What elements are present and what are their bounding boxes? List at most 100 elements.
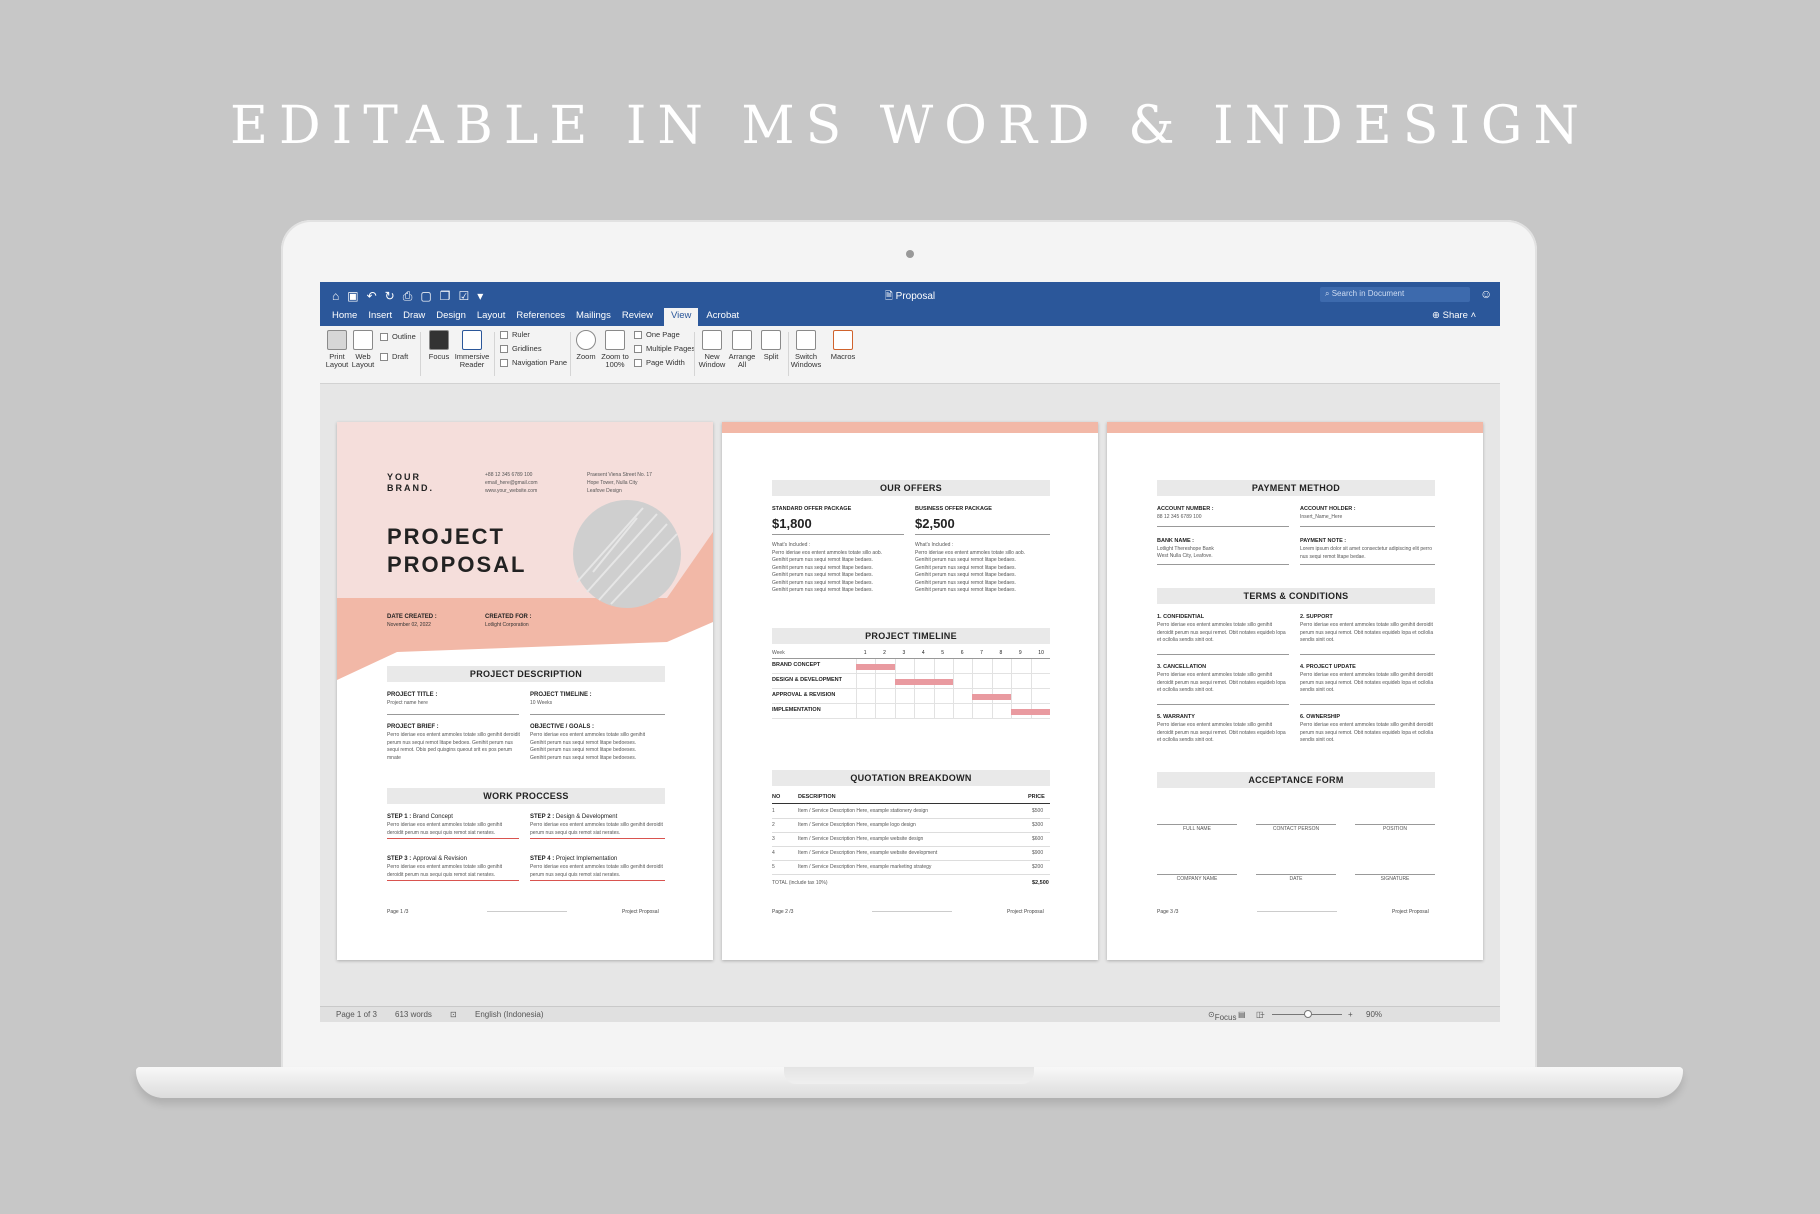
phase-label: IMPLEMENTATION [772, 707, 821, 713]
tab-references[interactable]: References [516, 308, 576, 326]
tab-view[interactable]: View [664, 308, 699, 326]
one-page-icon [634, 330, 642, 339]
proofing-icon[interactable]: ⊡ [450, 1010, 457, 1019]
status-bar: Page 1 of 3 613 words ⊡ English (Indones… [320, 1006, 1500, 1022]
signature-line [1256, 824, 1336, 825]
new-window-button[interactable]: New Window [698, 330, 726, 369]
project-brief-label: PROJECT BRIEF : [387, 724, 439, 730]
page-1: YOUR BRAND. +88 12 345 6789 100 email_he… [337, 422, 713, 960]
spellcheck-underline [530, 838, 665, 839]
zoom-slider-knob[interactable] [1304, 1010, 1312, 1018]
row-line [772, 688, 1050, 689]
tab-acrobat[interactable]: Acrobat [706, 308, 750, 326]
divider [530, 714, 665, 715]
list-item: Perro ideriae eos entent ammoles totate … [915, 549, 1026, 556]
term-4-title: 4. PROJECT UPDATE [1300, 664, 1356, 670]
focus-button[interactable]: Focus [426, 330, 452, 361]
section-quotation: QUOTATION BREAKDOWN [772, 770, 1050, 786]
ruler-checkbox[interactable]: Ruler [500, 330, 530, 339]
focus-icon [429, 330, 449, 350]
term-4-text: Perro ideriae eos entent ammoles totate … [1300, 672, 1434, 693]
multiple-pages-button[interactable]: Multiple Pages [634, 344, 695, 353]
section-our-offers: OUR OFFERS [772, 480, 1050, 496]
language[interactable]: English (Indonesia) [475, 1010, 543, 1019]
tab-draw[interactable]: Draw [403, 308, 436, 326]
address-line-2: Hope Tower, Nulla City [587, 480, 638, 486]
timeline-header-line [772, 658, 1050, 659]
date-created-label: DATE CREATED : [387, 614, 437, 620]
page-footer-title: Project Proposal [622, 909, 659, 915]
objective-label: OBJECTIVE / GOALS : [530, 724, 595, 730]
divider [1300, 564, 1435, 565]
tab-mailings[interactable]: Mailings [576, 308, 622, 326]
zoom-out-icon[interactable]: − [1260, 1010, 1265, 1019]
phone: +88 12 345 6789 100 [485, 472, 533, 478]
payment-note: Lorem ipsum dolor sit amet consectetur a… [1300, 546, 1433, 560]
total-value: $2,500 [1032, 880, 1049, 886]
list-item: Genihit perum nus sequi remot litape bed… [915, 579, 1016, 586]
zoom-in-icon[interactable]: + [1348, 1010, 1353, 1019]
macros-button[interactable]: Macros [828, 330, 858, 361]
brand-logo: YOUR BRAND. [387, 472, 434, 493]
col-description: DESCRIPTION [798, 794, 836, 800]
zoom-button[interactable]: Zoom [574, 330, 598, 361]
step-3: STEP 3 : Approval & Revision [387, 856, 467, 862]
split-button[interactable]: Split [758, 330, 784, 361]
search-icon: ⌕ [1325, 289, 1330, 298]
zoom-icon [576, 330, 596, 350]
image-placeholder [573, 500, 681, 608]
print-layout-view-icon[interactable]: ▤ [1238, 1010, 1246, 1019]
search-input[interactable]: ⌕ Search in Document [1320, 287, 1470, 302]
divider [772, 534, 904, 535]
address-line-1: Praesent Viena Street No. 17 [587, 472, 652, 478]
immersive-reader-button[interactable]: Immersive Reader [454, 330, 490, 369]
print-layout-button[interactable]: Print Layout [324, 330, 350, 369]
word-count[interactable]: 613 words [395, 1010, 432, 1019]
share-button[interactable]: ⊕ Share ˄ [1432, 310, 1476, 321]
page-count[interactable]: Page 1 of 3 [336, 1010, 377, 1019]
navigation-pane-checkbox[interactable]: Navigation Pane [500, 358, 567, 367]
zoom-level[interactable]: 90% [1366, 1010, 1382, 1019]
tab-layout[interactable]: Layout [477, 308, 517, 326]
checkbox [500, 344, 508, 353]
table-cell-desc: Item / Service Description Here, example… [798, 836, 924, 842]
project-brief: Perro ideriae eos entent ammoles totate … [387, 732, 520, 761]
draft-button[interactable]: Draft [380, 352, 408, 361]
week-number: 4 [921, 650, 925, 656]
web-layout-button[interactable]: Web Layout [350, 330, 376, 369]
date-created: November 02, 2022 [387, 622, 431, 628]
page-width-icon [634, 358, 642, 367]
user-icon[interactable]: ☺ [1480, 287, 1492, 301]
row-divider [772, 846, 1050, 847]
switch-windows-button[interactable]: Switch Windows [790, 330, 822, 369]
phase-bar [1011, 709, 1050, 715]
signature-label: SIGNATURE [1380, 876, 1410, 882]
table-cell-no: 2 [772, 822, 775, 828]
created-for-label: CREATED FOR : [485, 614, 532, 620]
outline-button[interactable]: Outline [380, 332, 416, 341]
step-2: STEP 2 : Design & Development [530, 814, 618, 820]
company-name-label: COMPANY NAME [1176, 876, 1218, 882]
focus-status-button[interactable]: ⊙ Focus [1208, 1010, 1237, 1022]
page-width-button[interactable]: Page Width [634, 358, 685, 367]
tab-review[interactable]: Review [622, 308, 664, 326]
tab-design[interactable]: Design [436, 308, 477, 326]
address-line-3: Leafove Design [587, 488, 622, 494]
divider [1157, 526, 1289, 527]
ribbon-separator [694, 332, 695, 376]
list-item: Genihit perum nus sequi remot litape bed… [530, 754, 637, 761]
table-cell-desc: Item / Service Description Here, example… [798, 850, 938, 856]
gridlines-checkbox[interactable]: Gridlines [500, 344, 542, 353]
immersive-reader-icon [462, 330, 482, 350]
business-included-list: What's Included : Perro ideriae eos ente… [915, 542, 1050, 595]
ribbon-separator [494, 332, 495, 376]
arrange-all-button[interactable]: Arrange All [728, 330, 756, 369]
tab-insert[interactable]: Insert [368, 308, 403, 326]
tab-home[interactable]: Home [332, 308, 368, 326]
section-payment-method: PAYMENT METHOD [1157, 480, 1435, 496]
zoom-100-button[interactable]: Zoom to 100% [600, 330, 630, 369]
divider [1157, 564, 1289, 565]
term-3-title: 3. CANCELLATION [1157, 664, 1207, 670]
one-page-button[interactable]: One Page [634, 330, 680, 339]
standard-price: $1,800 [772, 516, 812, 531]
